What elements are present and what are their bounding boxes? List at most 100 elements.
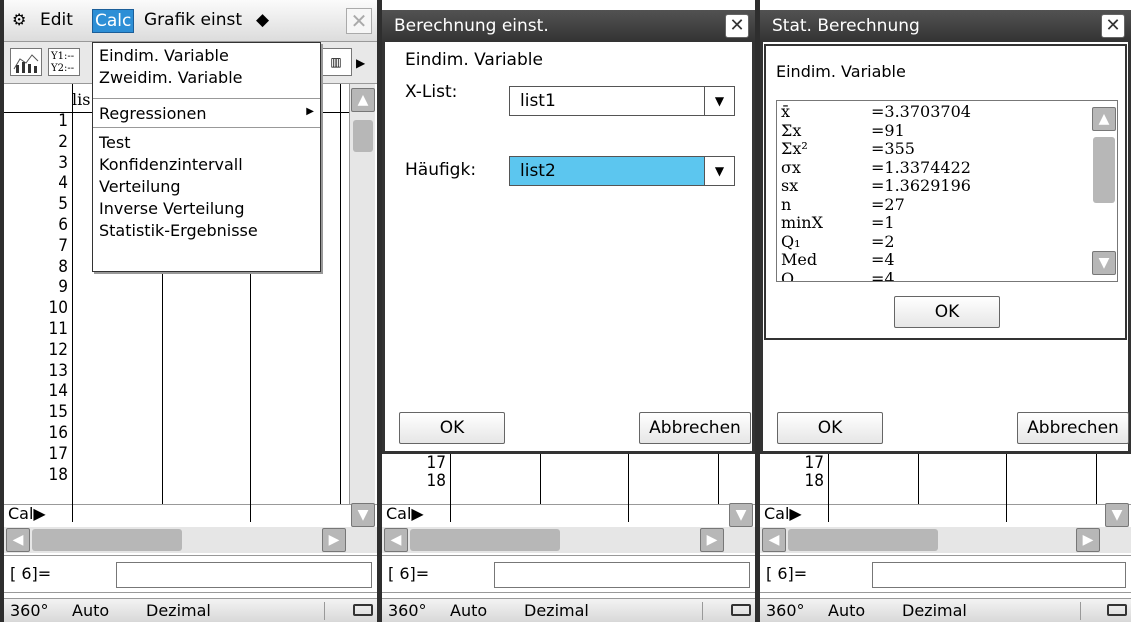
battery-icon [731,604,751,616]
close-icon[interactable]: ✕ [346,8,372,34]
list-icon[interactable]: ▥ [320,48,352,76]
result-key: Σx² [781,139,808,158]
result-key: σx [781,157,801,177]
row-number: 2 [58,131,68,152]
menu-item-regressionen[interactable]: Regressionen [99,103,207,125]
status-bar: 360° Auto Dezimal [382,598,755,622]
h-scroll-thumb[interactable] [788,529,938,551]
scroll-down-icon[interactable]: ▼ [1105,503,1129,527]
menu-item-test[interactable]: Test [99,132,131,154]
result-value: =1.3374422 [871,157,971,177]
row-number: 1 [58,111,68,131]
result-value: =1.3629196 [871,176,971,195]
row-number: 4 [58,173,68,194]
xlist-value: list1 [520,91,556,111]
results-list: x̄ =3.3703704 Σx =91 Σx² =355 σx =1.3374422 sx =1… [776,100,1118,282]
entry-input[interactable] [872,562,1126,588]
status-angle: 360° [388,601,427,620]
menu-item-ergebnisse[interactable]: Statistik-Ergebnisse [99,220,258,242]
row-number: 8 [58,256,68,277]
row-number: 17 [48,443,68,464]
cal-label[interactable]: Cal▶ [386,504,424,523]
result-key: Σx [781,120,802,140]
results-ok-button[interactable]: OK [894,296,1000,328]
result-value: =1 [871,213,895,232]
menu-item-eindim[interactable]: Eindim. Variable [99,45,229,67]
scroll-thumb[interactable] [353,120,373,152]
horizontal-scrollbar[interactable]: ◀ ▶ [4,527,377,553]
row-number: 13 [48,360,68,381]
menu-item-konfidenz[interactable]: Konfidenzintervall [99,154,243,176]
results-dialog: Eindim. Variable x̄ =3.3703704 Σx =91 Σx² =35… [764,44,1127,340]
row-number: 18 [48,464,68,485]
entry-input[interactable] [494,562,750,588]
menu-bar: ⚙ Edit Calc Grafik einst ◆ ✕ [4,0,377,42]
chevron-down-icon[interactable]: ▼ [704,87,734,115]
y-list-icon[interactable]: Y1:-- Y2:-- [48,48,80,76]
screen-calc-settings: Berechnung einst. ✕ Eindim. Variable X-L… [382,0,755,622]
column-header: lis [72,90,91,109]
scroll-right-button[interactable]: ▶ [322,528,346,552]
menu-item-zweidim[interactable]: Zweidim. Variable [99,67,242,89]
chevron-down-icon[interactable]: ▼ [704,157,734,185]
scroll-left-icon[interactable]: ◀ [762,528,786,552]
cancel-button[interactable]: Abbrechen [1017,412,1129,444]
scroll-down-icon[interactable]: ▼ [1092,251,1116,275]
entry-label: [ 6]= [766,564,808,583]
menu-edit[interactable]: Edit [40,9,73,31]
result-key: sx [781,176,799,195]
row-number: 11 [48,319,68,339]
cal-label[interactable]: Cal▶ [8,504,46,523]
status-format: Dezimal [146,601,211,620]
scroll-up-icon[interactable]: ▲ [1092,107,1116,131]
battery-icon [353,604,373,616]
xlist-select[interactable]: list1 ▼ [509,86,735,116]
scroll-right-button[interactable]: ▶ [700,528,724,552]
status-format: Dezimal [524,601,589,620]
menu-graph-settings[interactable]: Grafik einst [144,9,242,31]
result-key: Med [781,250,818,269]
scroll-left-icon[interactable]: ◀ [384,528,408,552]
results-scrollbar[interactable]: ▲ ▼ [1091,101,1117,281]
entry-label: [ 6]= [10,564,52,583]
result-value: =355 [871,139,915,158]
ok-button[interactable]: OK [777,412,883,444]
entry-line: [ 6]= [760,555,1131,593]
scroll-down-icon[interactable]: ▼ [351,503,375,527]
h-scroll-thumb[interactable] [32,529,182,551]
menu-calc[interactable]: Calc [92,9,135,33]
stat-table-partial: 17 18 [760,454,1131,504]
cancel-button[interactable]: Abbrechen [639,412,751,444]
scroll-up-icon[interactable]: ▲ [351,88,375,112]
result-key: n [781,194,792,214]
close-icon[interactable]: ✕ [1101,14,1125,38]
result-value: =27 [871,194,905,214]
results-subtitle: Eindim. Variable [776,62,906,81]
freq-select[interactable]: list2 ▼ [509,156,735,186]
close-icon[interactable]: ✕ [725,14,749,38]
result-value: =3.3703704 [871,102,971,121]
scroll-down-icon[interactable]: ▼ [729,503,753,527]
vertical-scrollbar[interactable]: ▲ [349,84,375,504]
row-number: 14 [48,381,68,402]
row-number: 18 [426,471,446,491]
menu-item-inverse[interactable]: Inverse Verteilung [99,198,245,220]
calc-dropdown-menu: Eindim. Variable Zweidim. Variable Regre… [92,42,321,272]
row-number: 7 [58,235,68,256]
scroll-left-icon[interactable]: ◀ [6,528,30,552]
scroll-right-button[interactable]: ▶ [1076,528,1100,552]
graph-icon[interactable] [10,48,42,76]
battery-icon [1107,604,1127,616]
horizontal-scrollbar[interactable]: ◀ ▶ [382,527,755,553]
h-scroll-thumb[interactable] [410,529,560,551]
gear-icon[interactable]: ⚙ [12,9,26,31]
scroll-right-icon[interactable]: ▶ [356,56,365,70]
entry-input[interactable] [116,562,372,588]
cal-label[interactable]: Cal▶ [764,504,802,523]
result-value: =91 [871,120,905,140]
ok-button[interactable]: OK [399,412,505,444]
horizontal-scrollbar[interactable]: ◀ ▶ [760,527,1131,553]
menu-item-verteilung[interactable]: Verteilung [99,176,181,198]
scroll-thumb[interactable] [1093,137,1115,203]
menu-diamond[interactable]: ◆ [256,9,269,31]
